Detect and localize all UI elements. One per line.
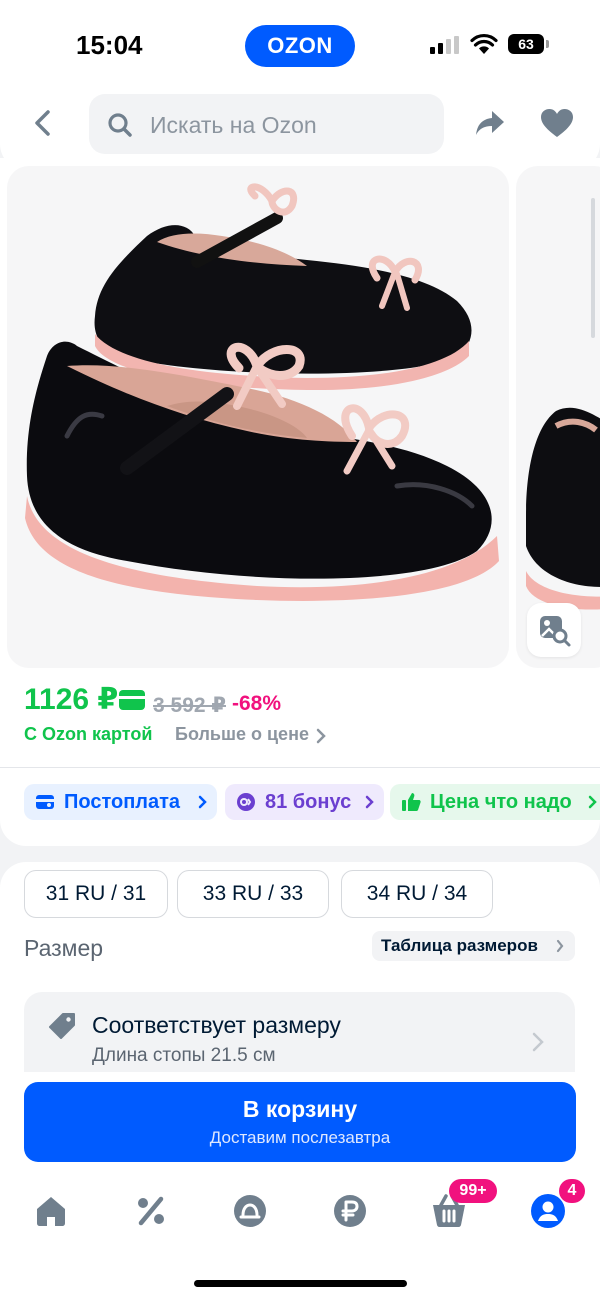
size-table-button[interactable]: Таблица размеров <box>372 931 575 961</box>
price-card: 1126 ₽ 3 592 ₽ -68% С Ozon картой Больше… <box>0 670 600 846</box>
more-about-price-link[interactable]: Больше о цене <box>175 724 309 745</box>
battery-indicator: 63 <box>508 34 544 54</box>
image-search-button[interactable] <box>527 603 581 657</box>
discount-percent: -68% <box>232 692 282 715</box>
search-placeholder: Искать на Ozon <box>150 112 317 138</box>
tag-icon <box>49 1013 75 1039</box>
add-to-cart-button[interactable]: В корзину Доставим послезавтра <box>24 1082 576 1162</box>
ozon-card-label: С Ozon картой <box>24 724 153 744</box>
chevron-right-icon <box>365 795 374 809</box>
size-option[interactable]: 33 RU / 33 <box>177 870 329 918</box>
home-icon[interactable] <box>33 1193 69 1229</box>
search-icon <box>108 113 132 137</box>
back-arrow-icon[interactable] <box>28 108 58 138</box>
shoe-illustration <box>25 183 499 601</box>
divider <box>0 767 600 768</box>
ozon-card-icon <box>119 690 145 710</box>
shoe-illustration-next <box>526 407 600 610</box>
bonus-label: 81 бонус <box>265 791 352 813</box>
postpay-label: Постоплата <box>64 791 181 813</box>
add-to-cart-label: В корзину <box>242 1096 358 1122</box>
wifi-icon <box>470 33 498 54</box>
thumbs-up-icon <box>402 793 421 811</box>
search-bar[interactable]: Искать на Ozon <box>89 94 444 154</box>
home-indicator <box>194 1280 407 1287</box>
status-bar: 15:04 OZON 63 <box>0 0 600 90</box>
delivery-label: Доставим послезавтра <box>209 1128 391 1147</box>
chevron-right-icon <box>588 795 597 809</box>
ozon-logo[interactable]: OZON <box>245 25 355 67</box>
share-icon[interactable] <box>474 108 506 138</box>
fresh-icon[interactable] <box>232 1193 268 1229</box>
battery-cap <box>546 40 549 48</box>
status-time: 15:04 <box>76 30 143 60</box>
size-card: 31 RU / 31 33 RU / 33 34 RU / 34 Размер … <box>0 862 600 1300</box>
size-fit-info[interactable]: Соответствует размеру Длина стопы 21.5 с… <box>24 992 575 1072</box>
price-with-card: 1126 ₽ <box>24 683 119 716</box>
good-price-label: Цена что надо <box>430 791 572 813</box>
product-gallery[interactable] <box>0 158 600 678</box>
discounts-icon[interactable] <box>133 1193 169 1229</box>
profile-badge: 4 <box>559 1179 585 1203</box>
good-price-chip[interactable]: Цена что надо <box>390 784 600 820</box>
chevron-right-icon <box>556 939 564 953</box>
cart-badge: 99+ <box>449 1179 497 1203</box>
size-table-label: Таблица размеров <box>381 936 538 955</box>
ruble-icon[interactable] <box>332 1193 368 1229</box>
bonus-coin-icon <box>237 793 255 811</box>
chevron-right-icon <box>198 795 207 809</box>
size-option[interactable]: 31 RU / 31 <box>24 870 168 918</box>
product-image-next[interactable] <box>516 166 600 668</box>
old-price: 3 592 ₽ <box>153 694 226 717</box>
wallet-icon <box>36 795 54 809</box>
favorite-heart-icon[interactable] <box>540 108 574 138</box>
cellular-signal-icon <box>430 36 462 54</box>
size-option[interactable]: 34 RU / 34 <box>341 870 493 918</box>
foot-length: Длина стопы 21.5 см <box>92 1045 276 1066</box>
chevron-right-icon <box>532 1032 544 1052</box>
gallery-scroll-indicator <box>591 198 595 338</box>
size-label: Размер <box>24 935 104 961</box>
photo-search-icon <box>540 616 571 647</box>
postpay-chip[interactable]: Постоплата <box>24 784 217 820</box>
bonus-chip[interactable]: 81 бонус <box>225 784 384 820</box>
fit-title: Соответствует размеру <box>92 1012 341 1038</box>
chevron-right-icon <box>316 728 326 744</box>
product-image-main[interactable] <box>7 166 509 668</box>
